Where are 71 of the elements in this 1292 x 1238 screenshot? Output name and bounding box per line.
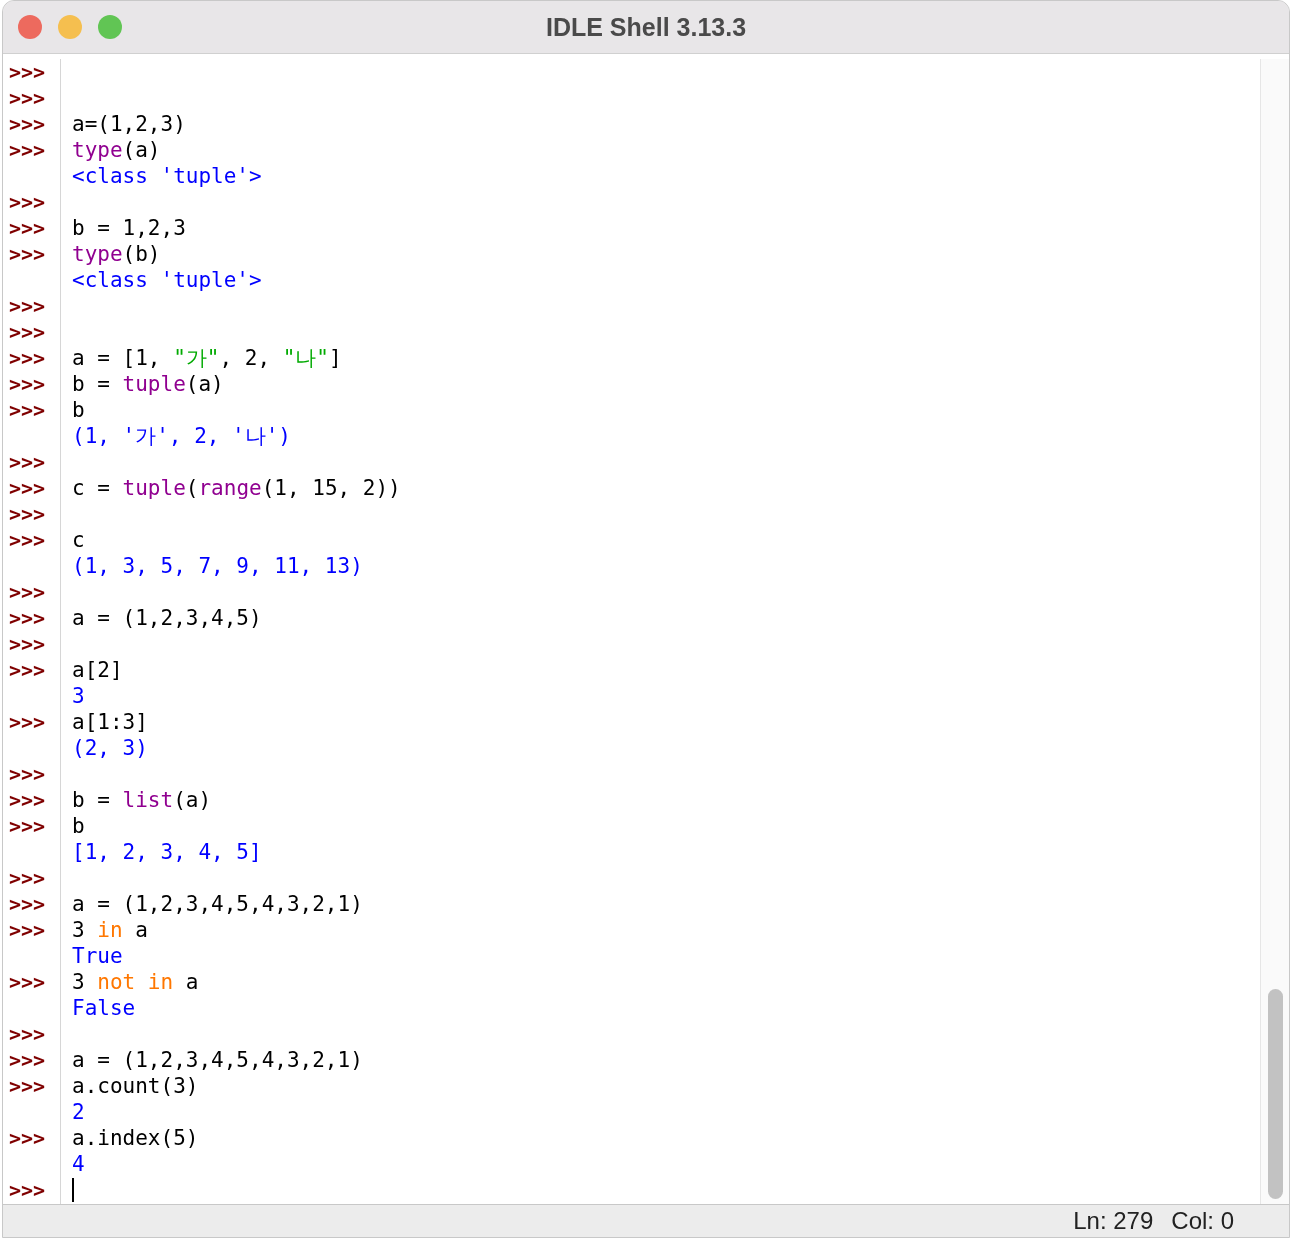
code-line: 3 not in a (72, 969, 199, 995)
code-line: b (72, 813, 85, 839)
code-line: a = (1,2,3,4,5,4,3,2,1) (72, 891, 363, 917)
code-line: type(b) (72, 241, 161, 267)
code-line: a = [1, "가", 2, "나"] (72, 345, 342, 371)
shell-prompt: >>> (9, 85, 46, 111)
code-line: b = 1,2,3 (72, 215, 186, 241)
code-line: a=(1,2,3) (72, 111, 186, 137)
shell-prompt: >>> (9, 293, 46, 319)
shell-prompt: >>> (9, 1177, 46, 1203)
shell-prompt: >>> (9, 1047, 46, 1073)
code-line: a = (1,2,3,4,5,4,3,2,1) (72, 1047, 363, 1073)
shell-prompt: >>> (9, 527, 46, 553)
shell-prompt: >>> (9, 813, 46, 839)
code-line: a = (1,2,3,4,5) (72, 605, 262, 631)
shell-prompt: >>> (9, 345, 46, 371)
shell-prompt: >>> (9, 969, 46, 995)
code-line: a[1:3] (72, 709, 148, 735)
zoom-icon[interactable] (98, 15, 122, 39)
code-line: [1, 2, 3, 4, 5] (72, 839, 262, 865)
shell-prompt: >>> (9, 865, 46, 891)
shell-prompt: >>> (9, 1125, 46, 1151)
code-line: b = tuple(a) (72, 371, 224, 397)
shell-prompt: >>> (9, 709, 46, 735)
shell-prompt: >>> (9, 605, 46, 631)
code-line: 4 (72, 1151, 85, 1177)
shell-prompt: >>> (9, 137, 46, 163)
code-line: b (72, 397, 85, 423)
code-line: b = list(a) (72, 787, 212, 813)
code-line: <class 'tuple'> (72, 267, 262, 293)
shell-prompt: >>> (9, 917, 46, 943)
shell-prompt: >>> (9, 1073, 46, 1099)
shell-prompt: >>> (9, 501, 46, 527)
code-line: c = tuple(range(1, 15, 2)) (72, 475, 401, 501)
minimize-icon[interactable] (58, 15, 82, 39)
shell-prompt: >>> (9, 1021, 46, 1047)
shell-prompt: >>> (9, 111, 46, 137)
shell-prompt: >>> (9, 59, 46, 85)
shell-prompt: >>> (9, 241, 46, 267)
code-line: 3 (72, 683, 85, 709)
window-title: IDLE Shell 3.13.3 (545, 12, 747, 42)
code-line: a[2] (72, 657, 123, 683)
code-line: (1, 3, 5, 7, 9, 11, 13) (72, 553, 363, 579)
line-number: Ln: 279 (1073, 1207, 1154, 1235)
shell-prompt: >>> (9, 631, 46, 657)
code-line: a.index(5) (72, 1125, 199, 1151)
code-line: a.count(3) (72, 1073, 199, 1099)
shell-prompt: >>> (9, 319, 46, 345)
code-line: <class 'tuple'> (72, 163, 262, 189)
code-line: 2 (72, 1099, 85, 1125)
shell-prompt: >>> (9, 397, 46, 423)
column-number: Col: 0 (1171, 1207, 1234, 1235)
code-line: (1, '가', 2, '나') (72, 423, 291, 449)
scrollbar-thumb[interactable] (1268, 989, 1283, 1199)
shell-prompt: >>> (9, 449, 46, 475)
shell-prompt: >>> (9, 787, 46, 813)
code-line: False (72, 995, 136, 1021)
code-line: True (72, 943, 123, 969)
code-line: (2, 3) (72, 735, 148, 761)
code-line: c (72, 527, 85, 553)
shell-prompt: >>> (9, 657, 46, 683)
shell-prompt: >>> (9, 475, 46, 501)
shell-prompt: >>> (9, 579, 46, 605)
shell-prompt: >>> (9, 371, 46, 397)
code-line: 3 in a (72, 917, 148, 943)
shell-prompt: >>> (9, 189, 46, 215)
close-icon[interactable] (18, 15, 42, 39)
shell-prompt: >>> (9, 215, 46, 241)
shell-prompt: >>> (9, 761, 46, 787)
shell-prompt: >>> (9, 891, 46, 917)
code-line: type(a) (72, 137, 161, 163)
